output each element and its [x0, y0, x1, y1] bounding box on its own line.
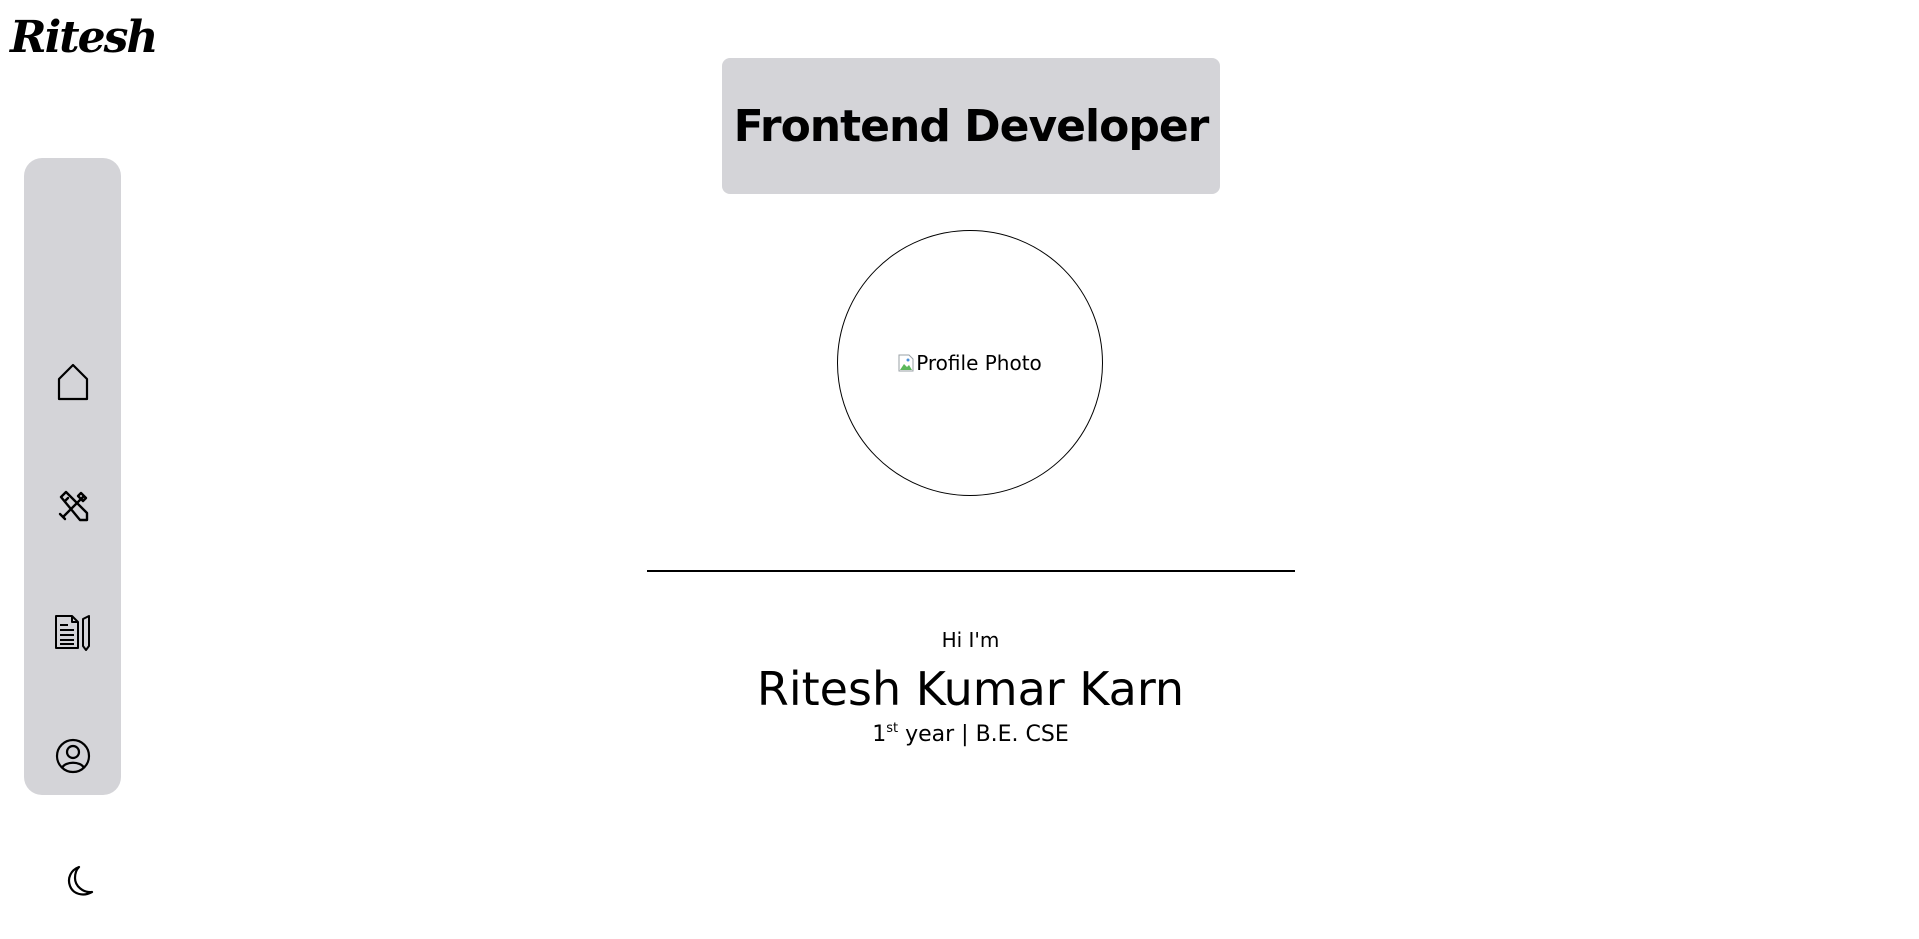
- moon-icon: [67, 865, 93, 896]
- home-icon: [57, 363, 88, 401]
- nav-skills[interactable]: [24, 476, 121, 536]
- education-line: 1st year | B.E. CSE: [0, 721, 1919, 747]
- year-and-degree: year | B.E. CSE: [898, 722, 1069, 747]
- site-logo[interactable]: Ritesh: [10, 8, 158, 68]
- role-title: Frontend Developer: [733, 100, 1210, 152]
- theme-toggle[interactable]: [30, 852, 127, 912]
- profile-avatar: Profile Photo: [837, 230, 1103, 496]
- tools-icon: [58, 490, 88, 522]
- broken-image-icon: [898, 354, 914, 372]
- year-number: 1: [872, 722, 887, 747]
- greeting-text: Hi I'm: [941, 628, 1000, 652]
- page: Ritesh Frontend Developer Profile Photo …: [0, 0, 1919, 939]
- section-divider: [647, 570, 1295, 572]
- full-name: Ritesh Kumar Karn: [756, 662, 1185, 716]
- nav-home[interactable]: [24, 352, 121, 412]
- role-card: Frontend Developer: [722, 58, 1220, 194]
- year-suffix: st: [886, 721, 899, 736]
- profile-photo: Profile Photo: [898, 351, 1042, 375]
- profile-photo-alt-text: Profile Photo: [916, 351, 1042, 375]
